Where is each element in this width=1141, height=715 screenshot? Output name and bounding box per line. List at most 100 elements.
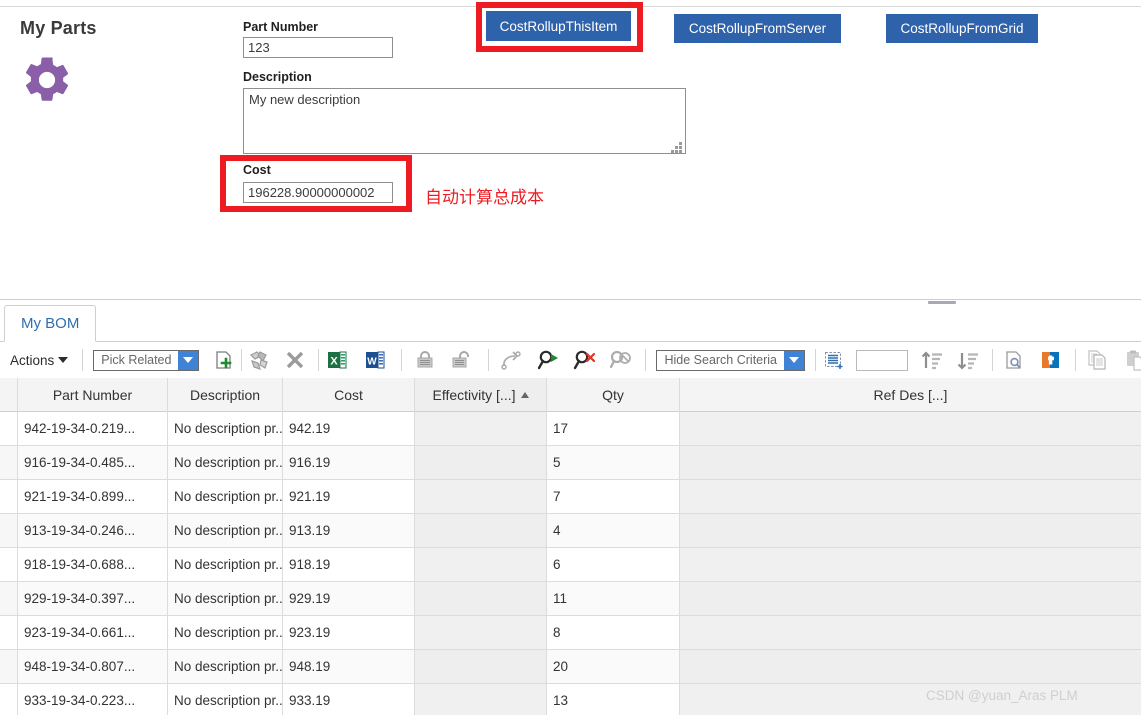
table-row[interactable]: 948-19-34-0.807... No description pr... 94… bbox=[0, 650, 1141, 684]
cell-cost: 923.19 bbox=[283, 616, 415, 650]
sort-ascending-indicator-icon bbox=[520, 391, 529, 398]
cell-cost: 929.19 bbox=[283, 582, 415, 616]
tab-my-bom[interactable]: My BOM bbox=[4, 305, 97, 342]
cell-qty: 5 bbox=[547, 446, 680, 480]
sort-descending-icon[interactable] bbox=[956, 349, 980, 371]
grid-header-row: Part Number Description Cost Effectivity… bbox=[0, 378, 1141, 412]
cell-qty: 13 bbox=[547, 684, 680, 715]
cell-ref-des bbox=[680, 412, 1141, 446]
cost-rollup-from-server-button[interactable]: CostRollupFromServer bbox=[674, 14, 841, 43]
grid-header-description[interactable]: Description bbox=[168, 378, 283, 412]
row-select[interactable] bbox=[0, 514, 18, 548]
grid-header-select[interactable] bbox=[0, 378, 18, 412]
pick-related-dropdown[interactable]: Pick Related bbox=[93, 349, 200, 371]
table-row[interactable]: 942-19-34-0.219... No description pr... 94… bbox=[0, 412, 1141, 446]
export-word-icon[interactable]: W bbox=[363, 349, 387, 371]
search-criteria-dropdown[interactable]: Hide Search Criteria bbox=[656, 349, 806, 371]
add-row-icon[interactable] bbox=[213, 349, 235, 371]
cell-description: No description pr... bbox=[168, 616, 283, 650]
cell-part-number: 942-19-34-0.219... bbox=[18, 412, 168, 446]
grid-header-cost[interactable]: Cost bbox=[283, 378, 415, 412]
table-row[interactable]: 921-19-34-0.899... No description pr... 92… bbox=[0, 480, 1141, 514]
svg-text:X: X bbox=[331, 356, 339, 368]
export-excel-icon[interactable]: X bbox=[325, 349, 349, 371]
toolbar-separator bbox=[82, 349, 84, 371]
cell-qty: 6 bbox=[547, 548, 680, 582]
clear-search-icon[interactable] bbox=[573, 349, 597, 371]
toolbar-separator bbox=[318, 349, 320, 371]
cell-effectivity bbox=[415, 514, 547, 548]
cell-part-number: 913-19-34-0.246... bbox=[18, 514, 168, 548]
pick-related-label: Pick Related bbox=[101, 353, 172, 367]
cell-part-number: 916-19-34-0.485... bbox=[18, 446, 168, 480]
row-select[interactable] bbox=[0, 582, 18, 616]
cell-qty: 20 bbox=[547, 650, 680, 684]
row-select[interactable] bbox=[0, 616, 18, 650]
annotation-text: 自动计算总成本 bbox=[425, 188, 544, 208]
cell-qty: 7 bbox=[547, 480, 680, 514]
cell-part-number: 918-19-34-0.688... bbox=[18, 548, 168, 582]
cell-effectivity bbox=[415, 446, 547, 480]
search-page-icon[interactable] bbox=[1003, 349, 1027, 371]
cell-effectivity bbox=[415, 582, 547, 616]
tab-underline bbox=[0, 341, 1141, 342]
split-merge-icon bbox=[248, 349, 272, 371]
cell-effectivity bbox=[415, 616, 547, 650]
description-textarea[interactable]: My new description bbox=[243, 88, 686, 154]
run-search-icon[interactable] bbox=[537, 349, 561, 371]
cell-description: No description pr... bbox=[168, 412, 283, 446]
cell-ref-des bbox=[680, 616, 1141, 650]
table-row[interactable]: 923-19-34-0.661... No description pr... 92… bbox=[0, 616, 1141, 650]
button-highlight-box bbox=[476, 2, 643, 52]
cell-effectivity bbox=[415, 548, 547, 582]
grid-header-ref-des[interactable]: Ref Des [...] bbox=[680, 378, 1141, 412]
cell-cost: 913.19 bbox=[283, 514, 415, 548]
sort-ascending-icon[interactable] bbox=[920, 349, 944, 371]
cell-description: No description pr... bbox=[168, 650, 283, 684]
filter-input[interactable] bbox=[856, 349, 909, 371]
paste-icon bbox=[1124, 349, 1141, 371]
splitter-handle[interactable] bbox=[928, 301, 956, 304]
cell-ref-des bbox=[680, 582, 1141, 616]
bom-grid: Part Number Description Cost Effectivity… bbox=[0, 378, 1141, 715]
cell-ref-des bbox=[680, 548, 1141, 582]
table-row[interactable]: 929-19-34-0.397... No description pr... 92… bbox=[0, 582, 1141, 616]
grid-header-part-number[interactable]: Part Number bbox=[18, 378, 168, 412]
row-select[interactable] bbox=[0, 412, 18, 446]
select-all-icon[interactable] bbox=[822, 349, 846, 371]
row-select[interactable] bbox=[0, 446, 18, 480]
redo-icon[interactable] bbox=[499, 349, 523, 371]
actions-menu-button[interactable]: Actions bbox=[0, 353, 76, 368]
table-row[interactable]: 916-19-34-0.485... No description pr... 91… bbox=[0, 446, 1141, 480]
table-row[interactable]: 913-19-34-0.246... No description pr... 91… bbox=[0, 514, 1141, 548]
tab-label: My BOM bbox=[21, 315, 80, 332]
toolbar-separator bbox=[992, 349, 994, 371]
row-select[interactable] bbox=[0, 548, 18, 582]
cell-qty: 17 bbox=[547, 412, 680, 446]
cell-ref-des bbox=[680, 514, 1141, 548]
toolbar-separator bbox=[815, 349, 817, 371]
delete-icon[interactable] bbox=[284, 349, 306, 371]
grid-header-effectivity[interactable]: Effectivity [...] bbox=[415, 378, 547, 412]
cost-rollup-from-grid-button[interactable]: CostRollupFromGrid bbox=[886, 14, 1038, 43]
grid-header-qty[interactable]: Qty bbox=[547, 378, 680, 412]
cell-qty: 11 bbox=[547, 582, 680, 616]
svg-text:W: W bbox=[368, 357, 378, 368]
chevron-down-icon bbox=[178, 350, 199, 370]
cell-description: No description pr... bbox=[168, 582, 283, 616]
row-select[interactable] bbox=[0, 684, 18, 715]
cell-ref-des bbox=[680, 480, 1141, 514]
part-number-input[interactable] bbox=[243, 37, 393, 58]
cell-description: No description pr... bbox=[168, 514, 283, 548]
textarea-resize-grip[interactable] bbox=[671, 142, 682, 153]
structure-icon[interactable] bbox=[1039, 349, 1063, 371]
cell-cost: 921.19 bbox=[283, 480, 415, 514]
panel-splitter bbox=[0, 299, 1141, 300]
table-row[interactable]: 918-19-34-0.688... No description pr... 91… bbox=[0, 548, 1141, 582]
actions-label: Actions bbox=[10, 352, 55, 368]
row-select[interactable] bbox=[0, 650, 18, 684]
cell-qty: 8 bbox=[547, 616, 680, 650]
row-select[interactable] bbox=[0, 480, 18, 514]
cell-part-number: 948-19-34-0.807... bbox=[18, 650, 168, 684]
cell-effectivity bbox=[415, 684, 547, 715]
